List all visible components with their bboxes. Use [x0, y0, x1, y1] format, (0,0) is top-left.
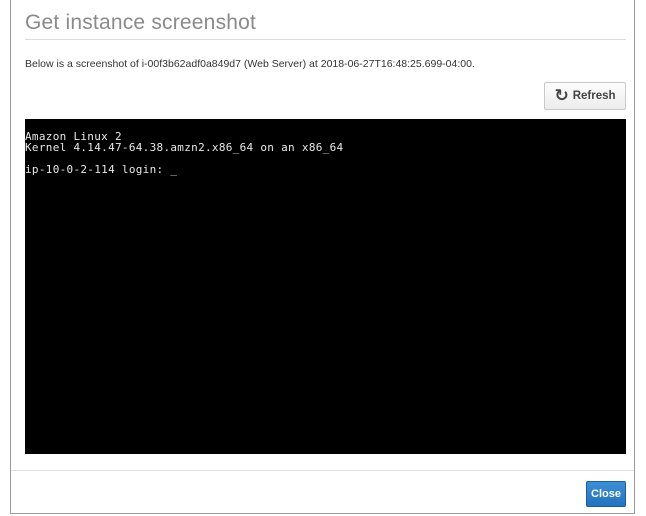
footer-divider — [11, 470, 634, 471]
dialog-title: Get instance screenshot — [25, 11, 257, 34]
screenshot-description: Below is a screenshot of i-00f3b62adf0a8… — [25, 58, 475, 70]
title-divider — [25, 39, 626, 40]
console-line-login: ip-10-0-2-114 login: _ — [25, 164, 626, 175]
instance-screenshot-dialog: Get instance screenshot Below is a scree… — [10, 0, 635, 514]
close-button[interactable]: Close — [586, 481, 626, 507]
console-line-kernel: Kernel 4.14.47-64.38.amzn2.x86_64 on an … — [25, 141, 344, 154]
console-cursor: _ — [170, 163, 178, 176]
console-screenshot: Amazon Linux 2 Kernel 4.14.47-64.38.amzn… — [25, 119, 626, 454]
console-login-prompt: ip-10-0-2-114 login: — [25, 163, 171, 176]
refresh-button-label: Refresh — [572, 90, 616, 102]
refresh-icon: ↻ — [554, 85, 569, 105]
refresh-button[interactable]: ↻ Refresh — [544, 82, 626, 110]
